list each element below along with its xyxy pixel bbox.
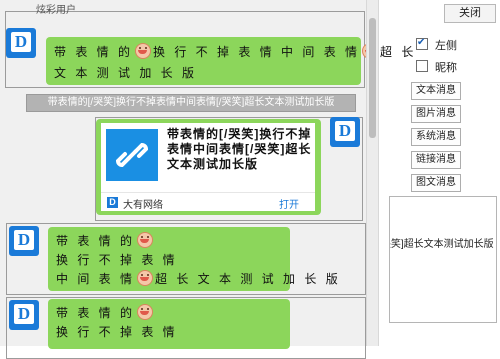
system-message-button[interactable]: 系统消息 — [411, 128, 461, 146]
message-text: 换 行 不 掉 表 情 — [56, 325, 178, 339]
message-text: 中 间 表 情 — [56, 272, 136, 286]
message-text: 文 本 测 试 加 长 版 — [54, 66, 198, 80]
link-message-button[interactable]: 链接消息 — [411, 151, 461, 169]
link-card-source: 大有网络 — [123, 200, 163, 211]
message-bubble[interactable]: 带 表 情 的换 行 不 掉 表 情 中 间 表 情超 长 文 本 测 试 加 … — [46, 37, 413, 85]
checkbox-label: 左侧 — [435, 40, 457, 52]
message-bubble[interactable]: 带 表 情 的 换 行 不 掉 表 情 — [48, 299, 290, 349]
message-text: 换 行 不 掉 表 情 中 间 表 情 — [153, 45, 361, 59]
avatar-d-icon[interactable]: D — [330, 117, 360, 147]
smiley-emoji-icon — [135, 43, 152, 59]
message-text: 超 长 — [380, 45, 417, 59]
source-logo-icon: D — [107, 197, 118, 208]
message-text: 带 表 情 的 — [56, 234, 136, 248]
message-input-text: 带表情的[/哭笑]换行不掉表情中间表情[/哭笑]超长文本测试加长版 — [390, 239, 494, 250]
message-bubble[interactable]: 带 表 情 的 换 行 不 掉 表 情 中 间 表 情 超 长 文 本 测 试 加… — [48, 227, 338, 291]
open-link-button[interactable]: 打开 — [279, 196, 299, 211]
smiley-emoji-icon — [137, 270, 154, 286]
checkmark-icon — [416, 36, 428, 50]
message-text: 带 表 情 的 — [56, 306, 136, 320]
chat-area[interactable]: D 炫彩用户 带 表 情 的换 行 不 掉 表 情 中 间 表 情超 长 文 本… — [0, 0, 413, 359]
nickname-checkbox[interactable]: 昵称 — [416, 60, 457, 74]
left-side-checkbox[interactable]: 左侧 — [416, 36, 457, 52]
message-text: 换 行 不 掉 表 情 — [56, 253, 178, 267]
message-text: 超 长 文 本 测 试 加 长 版 — [155, 272, 341, 286]
image-message-button[interactable]: 图片消息 — [411, 105, 461, 123]
checkbox-label: 昵称 — [435, 62, 457, 74]
image-text-message-button[interactable]: 图文消息 — [411, 174, 461, 192]
link-card-body: 带表情的[/哭笑]换行不掉表情中间表情[/哭笑]超长文本测试加长版 D 大有网络… — [101, 123, 315, 211]
message-input[interactable]: 带表情的[/哭笑]换行不掉表情中间表情[/哭笑]超长文本测试加长版 — [389, 196, 497, 323]
link-card-title: 带表情的[/哭笑]换行不掉表情中间表情[/哭笑]超长文本测试加长版 — [167, 127, 312, 171]
link-chain-icon — [106, 129, 158, 181]
text-message-button[interactable]: 文本消息 — [411, 82, 461, 100]
smiley-emoji-icon — [137, 304, 154, 320]
smiley-emoji-icon — [137, 232, 154, 248]
checkbox-box — [416, 60, 428, 72]
message-text: 带 表 情 的 — [54, 45, 134, 59]
close-button[interactable]: 关闭 — [444, 4, 496, 23]
nickname: 炫彩用户 — [36, 5, 76, 16]
scrollbar-thumb[interactable] — [369, 18, 376, 138]
panel-divider — [378, 0, 379, 346]
system-note: 带表情的[/哭笑]换行不掉表情中间表情[/哭笑]超长文本测试加长版 — [26, 94, 356, 112]
link-card-footer: D 大有网络 打开 — [101, 192, 315, 212]
link-card[interactable]: 带表情的[/哭笑]换行不掉表情中间表情[/哭笑]超长文本测试加长版 D 大有网络… — [96, 119, 321, 215]
